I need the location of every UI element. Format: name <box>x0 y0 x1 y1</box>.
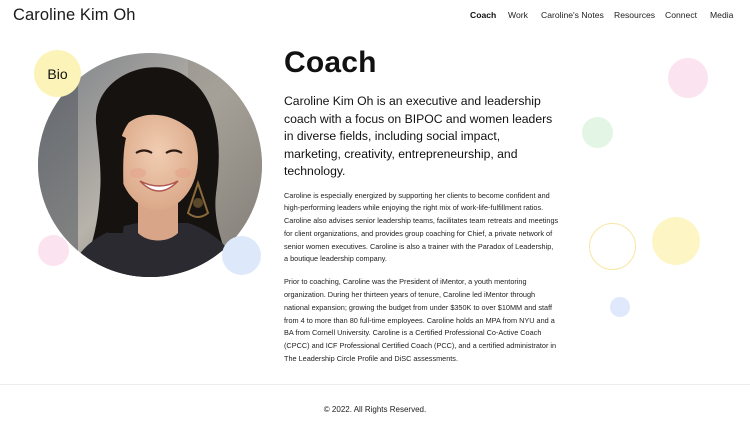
main-content: Coach Caroline Kim Oh is an executive an… <box>284 46 574 366</box>
decor-circle-green <box>582 117 613 148</box>
decor-circle-yellow-outline <box>589 223 636 270</box>
nav-carolines-notes[interactable]: Caroline's Notes <box>541 10 604 20</box>
bio-badge-label: Bio <box>47 65 68 82</box>
site-header: Caroline Kim Oh Coach Work Caroline's No… <box>0 0 750 30</box>
decor-circle-blue-left <box>222 236 261 275</box>
nav-resources[interactable]: Resources <box>614 10 655 20</box>
site-title-link[interactable]: Caroline Kim Oh <box>13 6 136 25</box>
copyright-text: © 2022. All Rights Reserved. <box>323 405 427 414</box>
footer-divider <box>0 384 750 385</box>
nav-work[interactable]: Work <box>508 10 528 20</box>
nav-connect[interactable]: Connect <box>665 10 697 20</box>
page-title: Coach <box>284 46 377 79</box>
decor-circle-pink <box>668 58 708 98</box>
nav-media[interactable]: Media <box>710 10 733 20</box>
decor-circle-pink-left <box>38 235 69 266</box>
bio-badge: Bio <box>34 50 81 97</box>
bio-paragraph-1: Caroline is especially energized by supp… <box>284 190 559 264</box>
decor-circle-yellow <box>652 217 700 265</box>
bio-paragraph-2: Prior to coaching, Caroline was the Pres… <box>284 277 557 364</box>
lead-paragraph: Caroline Kim Oh is an executive and lead… <box>284 94 553 178</box>
decor-circle-blue-small <box>610 297 630 317</box>
nav-coach[interactable]: Coach <box>470 10 496 20</box>
